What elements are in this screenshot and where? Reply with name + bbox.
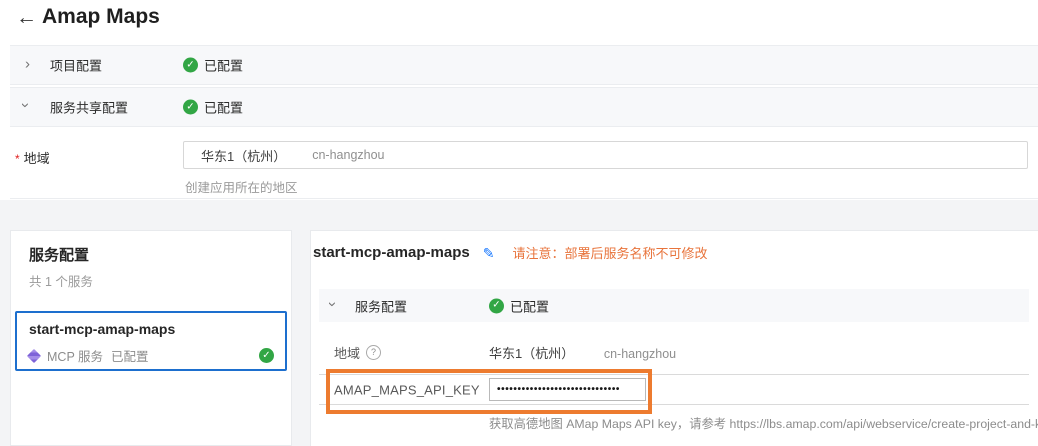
detail-region-label: 地域 ?	[334, 343, 381, 362]
status-badge: ✓ 已配置	[183, 56, 243, 75]
service-card-meta: MCP 服务 已配置	[29, 346, 149, 365]
page-title: Amap Maps	[42, 5, 160, 29]
mcp-service-icon	[27, 348, 41, 362]
region-value: 华东1（杭州）	[489, 346, 574, 361]
api-key-input[interactable]: ••••••••••••••••••••••••••••••	[489, 378, 646, 401]
check-circle-icon: ✓	[183, 100, 198, 115]
chevron-down-icon: ›	[325, 301, 340, 306]
service-count: 共 1 个服务	[29, 271, 93, 290]
region-label-text: 地域	[24, 151, 50, 166]
status-badge: ✓ 已配置	[183, 98, 243, 117]
edit-pencil-icon[interactable]: ✎	[483, 246, 495, 260]
api-key-label: AMAP_MAPS_API_KEY	[334, 382, 480, 397]
section-label: 服务配置	[355, 296, 407, 315]
accordion-label: 项目配置	[50, 56, 102, 75]
service-list-title: 服务配置	[29, 244, 89, 265]
status-text: 已配置	[204, 56, 243, 75]
region-value: 华东1（杭州）	[201, 146, 286, 165]
accordion-label: 服务共享配置	[50, 98, 128, 117]
api-key-row: AMAP_MAPS_API_KEY ••••••••••••••••••••••…	[319, 374, 1029, 405]
required-asterisk: *	[15, 152, 20, 166]
api-key-helper-text: 获取高德地图 AMap Maps API key，请参考 https://lbs…	[489, 414, 1038, 432]
service-type-label: MCP 服务	[47, 346, 103, 365]
accordion-row-service-share-config[interactable]: › 服务共享配置 ✓ 已配置	[10, 87, 1038, 127]
detail-title-row: start-mcp-amap-maps ✎ 请注意：部署后服务名称不可修改	[313, 243, 707, 262]
api-key-masked-value: ••••••••••••••••••••••••••••••	[497, 385, 620, 395]
service-card-start-mcp-amap-maps[interactable]: start-mcp-amap-maps MCP 服务 已配置 ✓	[15, 311, 287, 371]
check-circle-icon: ✓	[489, 298, 504, 313]
check-circle-icon: ✓	[259, 348, 274, 363]
region-field-label: * 地域	[15, 148, 50, 167]
service-status-text: 已配置	[111, 346, 149, 365]
accordion-row-project-config[interactable]: › 项目配置 ✓ 已配置	[10, 45, 1038, 85]
region-label-text: 地域	[334, 343, 360, 362]
service-card-name: start-mcp-amap-maps	[29, 321, 175, 337]
chevron-right-icon: ›	[25, 56, 30, 71]
region-code: cn-hangzhou	[312, 148, 384, 162]
service-list-panel: 服务配置 共 1 个服务 start-mcp-amap-maps MCP 服务 …	[10, 230, 292, 446]
status-text: 已配置	[510, 296, 549, 315]
help-question-icon[interactable]: ?	[366, 345, 381, 360]
section-header-service-config[interactable]: › 服务配置 ✓ 已配置	[319, 289, 1029, 322]
deploy-warning-text: 请注意：部署后服务名称不可修改	[512, 243, 707, 262]
region-helper-text: 创建应用所在的地区	[185, 177, 298, 196]
status-text: 已配置	[204, 98, 243, 117]
page-header: ← Amap Maps	[0, 0, 1038, 44]
check-circle-icon: ✓	[183, 58, 198, 73]
service-detail-title: start-mcp-amap-maps	[313, 244, 470, 261]
status-badge: ✓ 已配置	[489, 296, 549, 315]
region-code: cn-hangzhou	[604, 347, 676, 361]
back-button[interactable]: ←	[12, 4, 41, 32]
service-detail-panel: start-mcp-amap-maps ✎ 请注意：部署后服务名称不可修改 › …	[310, 230, 1038, 446]
service-share-config-content: * 地域 华东1（杭州） cn-hangzhou 创建应用所在的地区	[10, 128, 1038, 199]
detail-region-values: 华东1（杭州） cn-hangzhou	[489, 343, 676, 362]
back-arrow-icon: ←	[16, 6, 37, 29]
chevron-down-icon: ›	[18, 103, 33, 108]
region-select-input[interactable]: 华东1（杭州） cn-hangzhou	[183, 141, 1028, 169]
